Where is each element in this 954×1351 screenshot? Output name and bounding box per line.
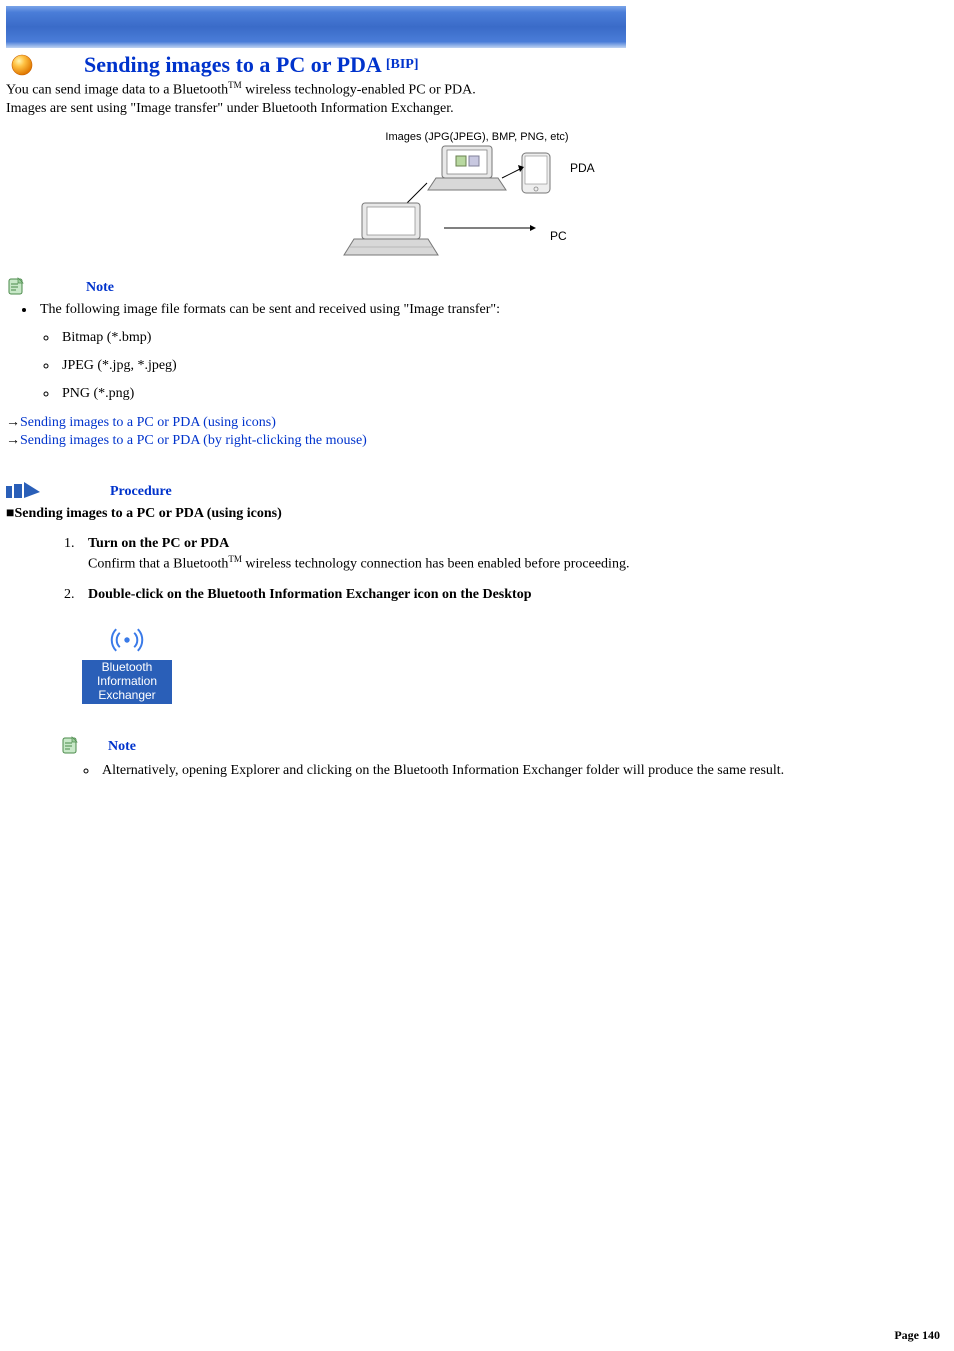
step-1: Turn on the PC or PDA Confirm that a Blu… bbox=[78, 536, 954, 573]
link-using-icons[interactable]: Sending images to a PC or PDA (using ico… bbox=[20, 415, 276, 430]
wireless-signal-icon bbox=[109, 622, 145, 658]
step-1-desc-post: wireless technology connection has been … bbox=[242, 557, 630, 572]
procedure-subheading: ■Sending images to a PC or PDA (using ic… bbox=[6, 506, 954, 522]
procedure-header: Procedure bbox=[6, 480, 954, 500]
step-2: Double-click on the Bluetooth Informatio… bbox=[78, 587, 954, 603]
inner-note-list: Alternatively, opening Explorer and clic… bbox=[98, 763, 954, 779]
inner-note-item: Alternatively, opening Explorer and clic… bbox=[98, 763, 954, 779]
inner-note-label: Note bbox=[108, 739, 136, 755]
diagram-caption: Images (JPG(JPEG), BMP, PNG, etc) bbox=[385, 131, 568, 143]
page-footer: Page 140 bbox=[0, 1320, 954, 1351]
laptop-bottom-icon bbox=[344, 203, 438, 255]
transfer-diagram: Images (JPG(JPEG), BMP, PNG, etc) PDA bbox=[0, 128, 954, 258]
orb-icon bbox=[10, 53, 34, 77]
step-1-title: Turn on the PC or PDA bbox=[88, 536, 229, 551]
note-icon bbox=[6, 276, 26, 296]
page-title-suffix: [BIP] bbox=[386, 57, 419, 73]
bluetooth-exchanger-desktop-icon: Bluetooth Information Exchanger bbox=[80, 617, 954, 705]
format-item: Bitmap (*.bmp) bbox=[58, 330, 954, 346]
arrow-right-icon bbox=[502, 168, 522, 178]
note-intro-item: The following image file formats can be … bbox=[36, 302, 954, 318]
step-1-desc: Confirm that a BluetoothTM wireless tech… bbox=[88, 554, 954, 573]
tm-symbol: TM bbox=[228, 554, 242, 564]
tm-symbol: TM bbox=[228, 80, 242, 90]
note-icon bbox=[60, 735, 80, 755]
intro-text: You can send image data to a BluetoothTM… bbox=[6, 80, 948, 118]
related-links: →Sending images to a PC or PDA (using ic… bbox=[6, 414, 954, 450]
page-title: Sending images to a PC or PDA bbox=[84, 52, 382, 78]
arrow-icon: → bbox=[6, 415, 20, 430]
procedure-icon bbox=[6, 480, 50, 500]
title-row: Sending images to a PC or PDA [BIP] bbox=[0, 48, 954, 78]
link-right-click[interactable]: Sending images to a PC or PDA (by right-… bbox=[20, 433, 367, 448]
step-1-desc-pre: Confirm that a Bluetooth bbox=[88, 557, 228, 572]
intro-line1-pre: You can send image data to a Bluetooth bbox=[6, 83, 228, 98]
header-bar bbox=[6, 6, 626, 48]
format-item: PNG (*.png) bbox=[58, 386, 954, 402]
intro-line2: Images are sent using "Image transfer" u… bbox=[6, 101, 454, 116]
step-2-title: Double-click on the Bluetooth Informatio… bbox=[88, 587, 531, 602]
laptop-top-icon bbox=[428, 146, 506, 190]
procedure-steps: Turn on the PC or PDA Confirm that a Blu… bbox=[78, 536, 954, 603]
pc-label: PC bbox=[550, 229, 567, 243]
pda-label: PDA bbox=[570, 161, 595, 175]
inner-note-header: Note bbox=[60, 735, 954, 755]
note-header: Note bbox=[6, 276, 954, 296]
arrow-icon: → bbox=[6, 433, 20, 448]
procedure-label: Procedure bbox=[110, 484, 172, 500]
formats-list: Bitmap (*.bmp) JPEG (*.jpg, *.jpeg) PNG … bbox=[58, 330, 954, 402]
note-bullet-list: The following image file formats can be … bbox=[36, 302, 954, 318]
pda-icon bbox=[522, 153, 550, 193]
intro-line1-post: wireless technology-enabled PC or PDA. bbox=[242, 83, 476, 98]
format-item: JPEG (*.jpg, *.jpeg) bbox=[58, 358, 954, 374]
note-label: Note bbox=[86, 280, 114, 296]
desktop-icon-label: Bluetooth Information Exchanger bbox=[82, 660, 172, 704]
